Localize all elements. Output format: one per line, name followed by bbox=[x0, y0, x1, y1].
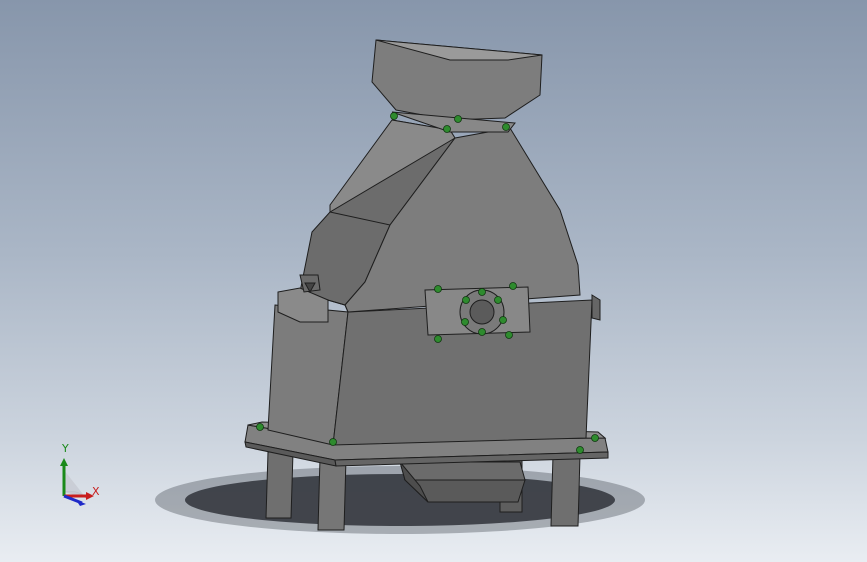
coordinate-triad bbox=[50, 440, 110, 510]
housing-hood bbox=[299, 119, 581, 313]
z-axis-arrow bbox=[76, 500, 86, 506]
x-axis-label: X bbox=[92, 485, 100, 498]
graphics-viewport[interactable]: Y X bbox=[0, 0, 867, 562]
side-flange-right bbox=[591, 294, 601, 321]
y-axis-arrow bbox=[60, 458, 68, 466]
y-axis-label: Y bbox=[62, 442, 69, 455]
triad-fill bbox=[64, 470, 86, 498]
bearing-housing bbox=[424, 286, 531, 336]
machine-model[interactable] bbox=[0, 0, 867, 562]
